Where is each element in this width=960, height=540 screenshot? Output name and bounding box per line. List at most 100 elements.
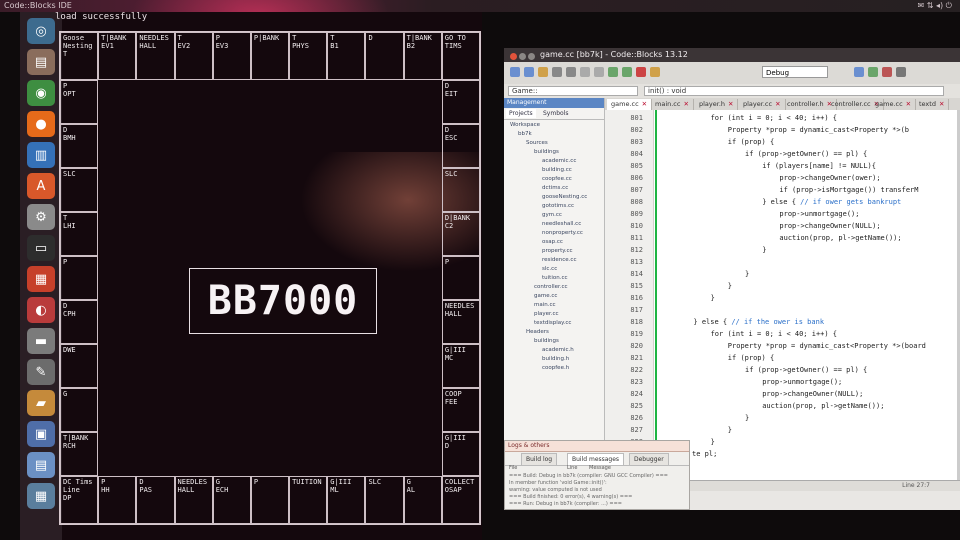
code-line[interactable]: if (prop) {: [728, 138, 774, 147]
workspace-icon[interactable]: ▦: [27, 483, 55, 509]
toolbar-button-icon[interactable]: [622, 67, 632, 77]
code-line[interactable]: prop->changeOwner(NULL);: [762, 390, 863, 399]
tab-projects[interactable]: Projects: [506, 109, 536, 118]
toolbar-button-icon[interactable]: [608, 67, 618, 77]
tree-item[interactable]: academic.h: [542, 347, 574, 354]
code-line[interactable]: prop->changeOwner(NULL);: [779, 222, 880, 231]
software-center-icon[interactable]: A: [27, 173, 55, 199]
close-window-icon[interactable]: [510, 53, 517, 60]
toolbar-button-icon[interactable]: [524, 67, 534, 77]
tree-item[interactable]: coopfee.h: [542, 365, 569, 372]
code-line[interactable]: }: [762, 246, 766, 255]
tab-symbols[interactable]: Symbols: [540, 109, 571, 118]
editor-tab[interactable]: player.cc ✕: [739, 99, 786, 110]
app-blue-icon[interactable]: ▣: [27, 421, 55, 447]
code-line[interactable]: Property *prop = dynamic_cast<Property *…: [728, 126, 909, 135]
code-line[interactable]: }: [711, 294, 715, 303]
tree-item[interactable]: nonproperty.cc: [542, 230, 583, 237]
recorder-icon[interactable]: ◐: [27, 297, 55, 323]
codeblocks-icon[interactable]: ▦: [27, 266, 55, 292]
toolbar-button-icon[interactable]: [566, 67, 576, 77]
code-line[interactable]: }: [728, 426, 732, 435]
toolbar-button-icon[interactable]: [868, 67, 878, 77]
tree-item[interactable]: tuition.cc: [542, 275, 568, 282]
close-tab-icon[interactable]: ✕: [939, 100, 944, 108]
toolbar-button-icon[interactable]: [538, 67, 548, 77]
tree-item[interactable]: slc.cc: [542, 266, 557, 273]
tree-item[interactable]: gototims.cc: [542, 203, 574, 210]
tree-item[interactable]: main.cc: [534, 302, 556, 309]
scope-function-select[interactable]: init() : void: [644, 86, 944, 96]
tree-item[interactable]: academic.cc: [542, 158, 576, 165]
tree-item[interactable]: textdisplay.cc: [534, 320, 571, 327]
tree-item[interactable]: player.cc: [534, 311, 559, 318]
code-line[interactable]: }: [745, 414, 749, 423]
codeblocks-window[interactable]: game.cc [bb7k] - Code::Blocks 13.12 Debu…: [504, 48, 960, 510]
editor-tab[interactable]: game.cc ✕: [607, 99, 653, 110]
code-line[interactable]: for (int i = 0; i < 40; i++) {: [711, 330, 837, 339]
code-line[interactable]: Property *prop = dynamic_cast<Property *…: [728, 342, 926, 351]
close-tab-icon[interactable]: ✕: [642, 100, 647, 108]
toolbar-button-icon[interactable]: [580, 67, 590, 77]
tree-item[interactable]: needleshall.cc: [542, 221, 581, 228]
tree-item[interactable]: buildings: [534, 338, 559, 345]
libreoffice-writer-icon[interactable]: ▥: [27, 142, 55, 168]
build-target-select[interactable]: Debug: [762, 66, 828, 78]
close-tab-icon[interactable]: ✕: [683, 100, 688, 108]
close-tab-icon[interactable]: ✕: [906, 100, 911, 108]
code-line[interactable]: if (prop->getOwner() == pl) {: [745, 366, 867, 375]
tree-item[interactable]: osap.cc: [542, 239, 563, 246]
code-line[interactable]: }: [728, 282, 732, 291]
scope-class-select[interactable]: Game::: [508, 86, 638, 96]
code-line[interactable]: prop->changeOwner(ower);: [779, 174, 880, 183]
editor-tab[interactable]: player.h ✕: [695, 99, 739, 110]
tree-item[interactable]: bb7k: [518, 131, 532, 138]
tree-item[interactable]: gym.cc: [542, 212, 562, 219]
editor-icon[interactable]: ✎: [27, 359, 55, 385]
code-line[interactable]: auction(prop, pl->getName());: [779, 234, 901, 243]
window-controls[interactable]: [510, 51, 540, 60]
code-line[interactable]: prop->unmortgage();: [779, 210, 859, 219]
toolbar-button-icon[interactable]: [896, 67, 906, 77]
close-tab-icon[interactable]: ✕: [775, 100, 780, 108]
toolbar-button-icon[interactable]: [854, 67, 864, 77]
code-line[interactable]: for (int i = 0; i < 40; i++) {: [711, 114, 837, 123]
toolbar-button-icon[interactable]: [594, 67, 604, 77]
tree-item[interactable]: controller.cc: [534, 284, 568, 291]
toolbar-button-icon[interactable]: [650, 67, 660, 77]
close-tab-icon[interactable]: ✕: [728, 100, 733, 108]
code-line[interactable]: auction(prop, pl->getName());: [762, 402, 884, 411]
terminal-window[interactable]: load successfully BB7000 Goose Nesting T T|…: [55, 12, 482, 540]
code-line[interactable]: if (players[name] != NULL){: [762, 162, 876, 171]
files-icon[interactable]: ▤: [27, 49, 55, 75]
tree-item[interactable]: gooseNesting.cc: [542, 194, 587, 201]
app-lightblue-icon[interactable]: ▤: [27, 452, 55, 478]
code-line[interactable]: }: [745, 270, 749, 279]
editor-tab[interactable]: textd ✕: [915, 99, 950, 110]
tree-item[interactable]: Sources: [526, 140, 548, 147]
code-line[interactable]: }: [711, 438, 715, 447]
maximize-window-icon[interactable]: [528, 53, 535, 60]
folder-icon[interactable]: ▰: [27, 390, 55, 416]
code-line[interactable]: if (prop->getOwner() == pl) {: [745, 150, 867, 159]
tree-item[interactable]: Headers: [526, 329, 549, 336]
code-line[interactable]: if (prop->isMortgage()) transferM: [779, 186, 918, 195]
tree-item[interactable]: dctims.cc: [542, 185, 568, 192]
minimize-window-icon[interactable]: [519, 53, 526, 60]
tree-item[interactable]: building.cc: [542, 167, 572, 174]
code-line[interactable]: } else { // if ower gets bankrupt: [762, 198, 901, 207]
tree-item[interactable]: coopfee.cc: [542, 176, 572, 183]
toolbar-button-icon[interactable]: [882, 67, 892, 77]
code-line[interactable]: if (prop) {: [728, 354, 774, 363]
toolbar-button-icon[interactable]: [636, 67, 646, 77]
ubuntu-dash-icon[interactable]: ◎: [27, 18, 55, 44]
codeblocks-titlebar[interactable]: game.cc [bb7k] - Code::Blocks 13.12: [504, 48, 960, 62]
tray-icons[interactable]: ✉ ⇅ ◂) ⏻: [918, 0, 953, 12]
editor-tab[interactable]: main.cc ✕: [651, 99, 694, 110]
code-line[interactable]: } else { // if the ower is bank: [693, 318, 824, 327]
editor-tab[interactable]: game.cc ✕: [871, 99, 917, 110]
system-settings-icon[interactable]: ⚙: [27, 204, 55, 230]
tree-item[interactable]: building.h: [542, 356, 569, 363]
chrome-icon[interactable]: ◉: [27, 80, 55, 106]
tree-item[interactable]: buildings: [534, 149, 559, 156]
